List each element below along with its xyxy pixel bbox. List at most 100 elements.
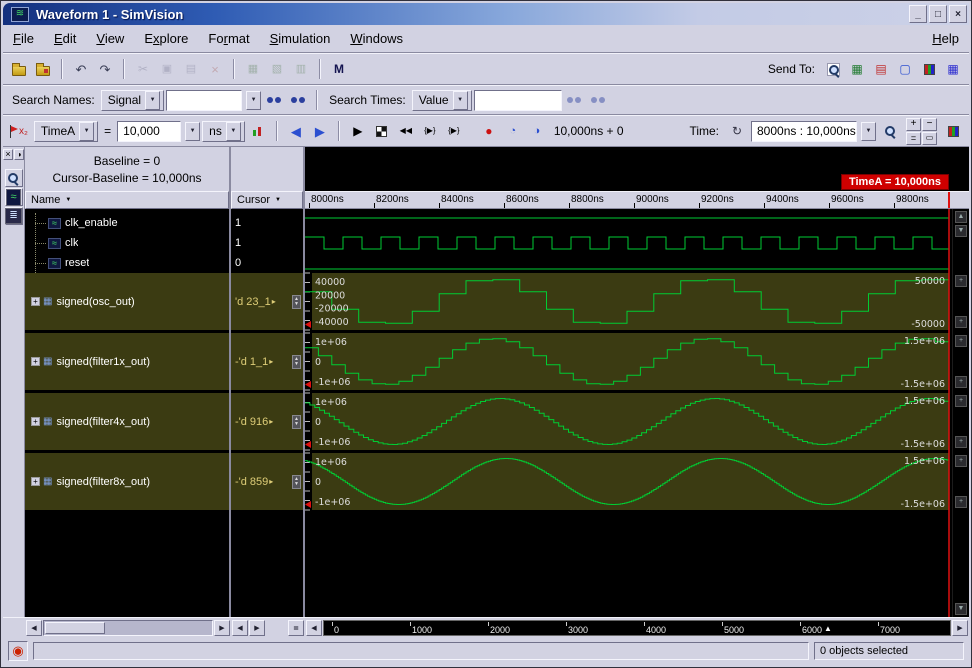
zoom-in-button[interactable]: +	[906, 118, 921, 131]
value-spinner[interactable]: ▲▼	[292, 355, 301, 369]
time-ruler[interactable]: 8000ns8200ns8400ns8600ns8800ns9000ns9200…	[305, 191, 969, 209]
zoom-out-button[interactable]: −	[922, 118, 937, 131]
ungroup-button[interactable]: ▧	[266, 58, 288, 80]
scroll-right-button[interactable]: ▶	[214, 620, 230, 636]
chevron-down-icon[interactable]: ▼	[246, 91, 261, 110]
delete-button[interactable]: ×	[204, 58, 226, 80]
search-pane-button[interactable]	[5, 169, 23, 187]
rerun-button[interactable]: ◀◀	[395, 120, 417, 142]
time-options-button[interactable]: ↻	[726, 120, 748, 142]
band-pan-icon[interactable]: +	[955, 496, 967, 508]
copy-button[interactable]: ▣	[156, 58, 178, 80]
scroll-left-button[interactable]: ◀	[26, 620, 42, 636]
group-button[interactable]: ▦	[242, 58, 264, 80]
send-to-schematic-button[interactable]: ▢	[894, 58, 916, 80]
band-pan-icon[interactable]: +	[955, 275, 967, 287]
waveform-pane-button[interactable]: ≈	[5, 188, 23, 206]
search-name-backward-button[interactable]	[263, 89, 285, 111]
band-pan-icon[interactable]: +	[955, 335, 967, 347]
gutter-scroll-down-icon[interactable]: ▼	[955, 225, 967, 237]
signal-row[interactable]: +▦signed(filter4x_out)	[25, 393, 229, 453]
pane-menu-button[interactable]: ◑	[14, 149, 24, 160]
minimize-button[interactable]: _	[909, 5, 927, 23]
search-name-forward-button[interactable]	[287, 89, 309, 111]
save-database-button[interactable]	[32, 58, 54, 80]
expand-time-button[interactable]	[247, 120, 269, 142]
band-pan-icon[interactable]: +	[955, 436, 967, 448]
paste-button[interactable]: ▤	[180, 58, 202, 80]
search-names-input[interactable]	[166, 90, 242, 111]
menu-view[interactable]: View	[96, 31, 124, 46]
send-to-calculator-button[interactable]: ▦	[942, 58, 964, 80]
cursor-marker-button[interactable]: x₂	[8, 120, 32, 142]
chevron-down-icon[interactable]: ▼	[185, 122, 200, 141]
page-left-button[interactable]: ◀	[232, 620, 248, 636]
chevron-down-icon[interactable]: ▼	[79, 122, 94, 141]
scrollbar-track[interactable]	[43, 620, 213, 636]
expander-icon[interactable]: +	[31, 297, 40, 306]
band-pan-icon[interactable]: +	[955, 455, 967, 467]
signal-row[interactable]: +▦signed(filter1x_out)	[25, 333, 229, 393]
cut-button[interactable]: ✂	[132, 58, 154, 80]
search-time-backward-button[interactable]	[564, 89, 586, 111]
chevron-down-icon[interactable]: ▼	[145, 91, 160, 110]
expander-icon[interactable]: +	[31, 417, 40, 426]
signal-pane-button[interactable]: ≣	[5, 207, 23, 225]
time-range-value[interactable]: 8000ns : 10,000ns	[751, 121, 857, 142]
zoom-time-button[interactable]	[879, 120, 901, 142]
signal-row[interactable]: +▦signed(osc_out)	[25, 273, 229, 333]
page-right-button[interactable]: ▶	[249, 620, 265, 636]
cursor-time-value[interactable]: 10,000	[117, 121, 181, 142]
previous-transition-button[interactable]: ◀	[285, 120, 307, 142]
gutter-scroll-bottom-icon[interactable]: ▼	[955, 603, 967, 615]
search-times-input[interactable]	[474, 90, 562, 111]
redo-button[interactable]: ↷	[94, 58, 116, 80]
scrollbar-thumb[interactable]	[45, 622, 105, 634]
menu-edit[interactable]: Edit	[54, 31, 76, 46]
menu-format[interactable]: Format	[208, 31, 249, 46]
send-to-waveform-button[interactable]: ▦	[846, 58, 868, 80]
band-pan-icon[interactable]: +	[955, 316, 967, 328]
mixed-signal-button[interactable]	[942, 120, 964, 142]
overlay-button[interactable]: ▥	[290, 58, 312, 80]
signal-row[interactable]: +▦signed(filter8x_out)	[25, 453, 229, 513]
close-button[interactable]: ×	[949, 5, 967, 23]
band-pan-icon[interactable]: +	[955, 395, 967, 407]
chevron-down-icon[interactable]: ▼	[226, 122, 241, 141]
run-button[interactable]: ▶	[347, 120, 369, 142]
band-pan-icon[interactable]: +	[955, 376, 967, 388]
overview-left-button[interactable]: ◀	[306, 620, 322, 636]
zoom-region-button[interactable]: ▭	[922, 132, 937, 145]
simulator-status-icon[interactable]: ◉	[8, 641, 28, 661]
gutter-scroll-up-icon[interactable]: ▲	[955, 211, 967, 223]
expander-icon[interactable]: +	[31, 357, 40, 366]
menu-explore[interactable]: Explore	[144, 31, 188, 46]
maximize-button[interactable]: □	[929, 5, 947, 23]
titlebar[interactable]: ≋ Waveform 1 - SimVision _ □ ×	[3, 3, 969, 25]
value-spinner[interactable]: ▲▼	[292, 295, 301, 309]
waveform-canvas[interactable]: 4000020000-20000-4000050000-500001e+060-…	[305, 209, 952, 617]
cpu-time-icon[interactable]: ◔	[502, 120, 524, 142]
timea-cursor-label[interactable]: TimeA = 10,000ns	[841, 174, 949, 190]
chevron-down-icon[interactable]: ▼	[861, 122, 876, 141]
menu-windows[interactable]: Windows	[350, 31, 403, 46]
next-statement-button[interactable]: {▶}	[443, 120, 465, 142]
list-menu-button[interactable]: ≣	[288, 620, 304, 636]
signal-row[interactable]: ≈clk_enable	[25, 213, 229, 233]
step-button[interactable]: {▶}	[419, 120, 441, 142]
overview-cursor[interactable]: ▲	[824, 625, 832, 633]
time-unit-select[interactable]: ns ▼	[202, 121, 245, 142]
search-times-type-select[interactable]: Value ▼	[412, 90, 472, 111]
cursor-column-header[interactable]: Cursor ▼	[231, 191, 303, 209]
overview-ruler[interactable]: 01000200030004000500060007000▲	[323, 620, 951, 636]
search-names-type-select[interactable]: Signal ▼	[101, 90, 164, 111]
name-column-header[interactable]: Name ▼	[25, 191, 229, 209]
overview-right-button[interactable]: ▶	[952, 620, 968, 636]
search-names-button[interactable]: M	[328, 58, 350, 80]
menu-file[interactable]: File	[13, 31, 34, 46]
send-to-target-button[interactable]	[822, 58, 844, 80]
send-to-source-button[interactable]: ▤	[870, 58, 892, 80]
pane-close-button[interactable]: ×	[3, 149, 13, 160]
value-spinner[interactable]: ▲▼	[292, 475, 301, 489]
menu-simulation[interactable]: Simulation	[270, 31, 331, 46]
